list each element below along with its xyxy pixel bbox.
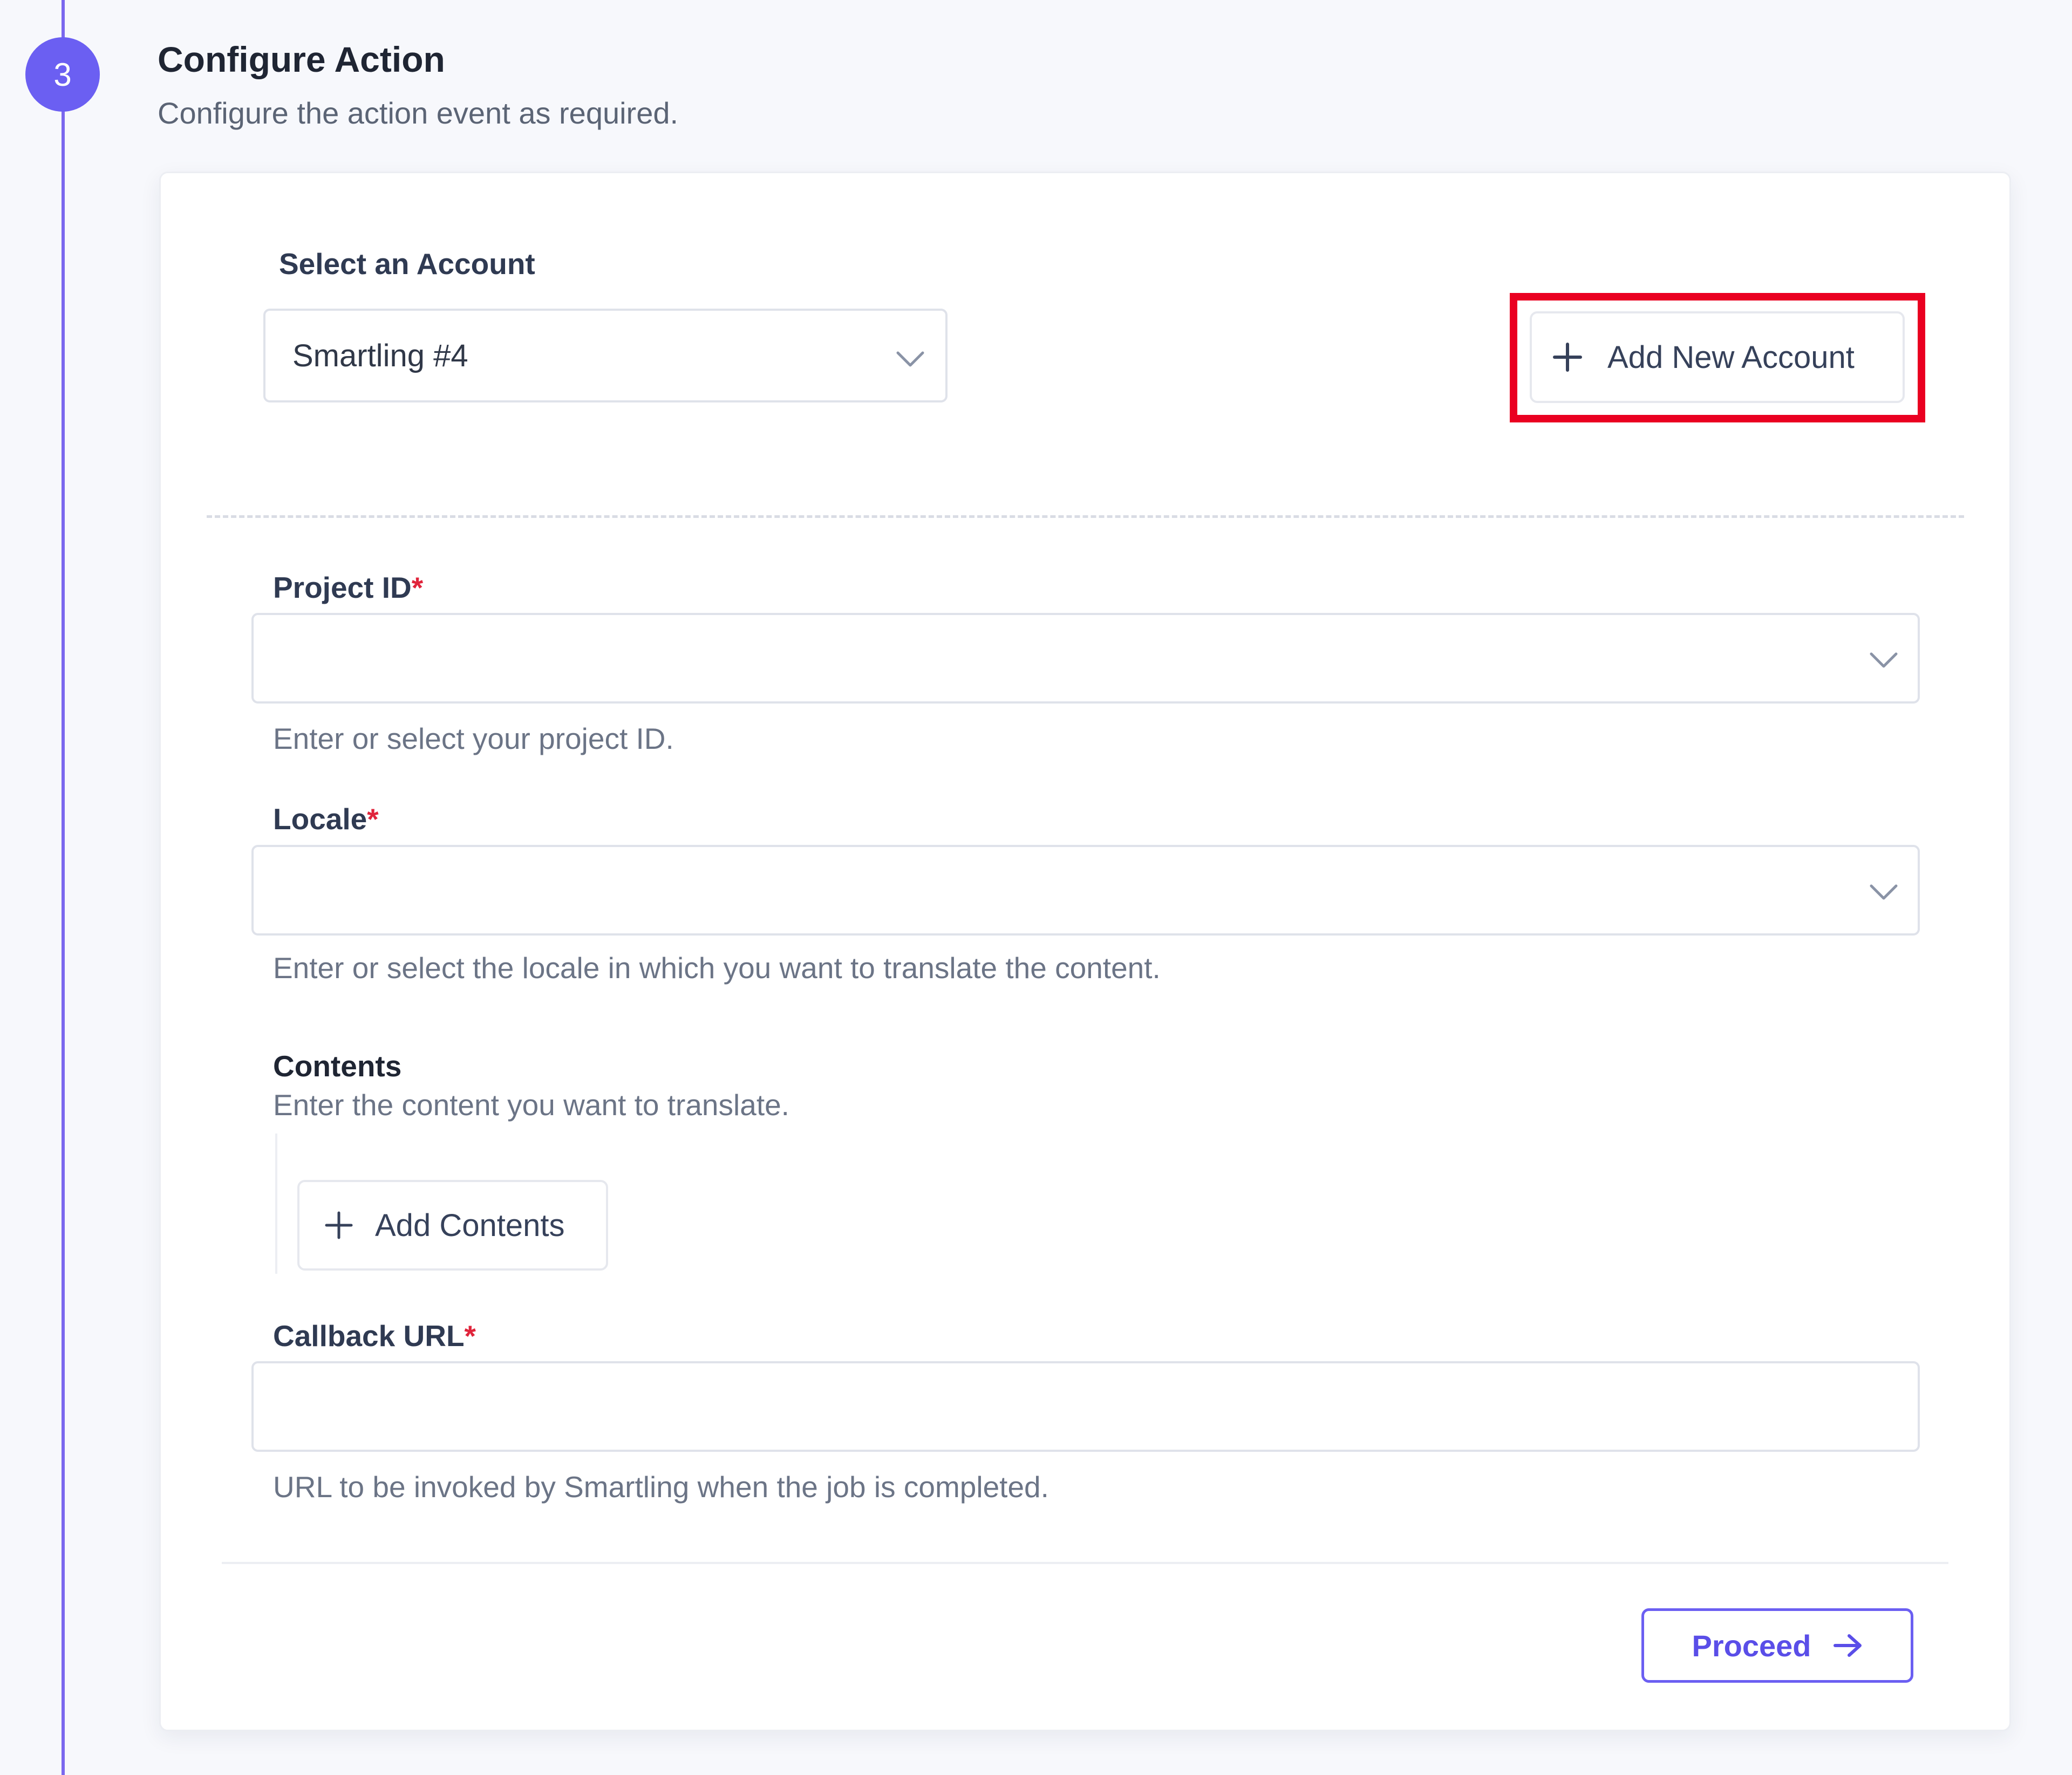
locale-label-text: Locale (273, 802, 367, 836)
callback-url-label: Callback URL* (273, 1319, 476, 1353)
required-marker: * (367, 802, 379, 836)
step-title: Configure Action (158, 39, 445, 79)
callback-url-help: URL to be invoked by Smartling when the … (273, 1470, 1049, 1504)
chevron-down-icon (896, 351, 924, 367)
account-select-value: Smartling #4 (292, 338, 468, 373)
locale-help: Enter or select the locale in which you … (273, 951, 1161, 985)
project-id-help: Enter or select your project ID. (273, 722, 674, 755)
callback-url-label-text: Callback URL (273, 1319, 465, 1353)
chevron-down-icon (1870, 652, 1898, 668)
contents-help: Enter the content you want to translate. (273, 1088, 789, 1122)
locale-select[interactable] (251, 845, 1920, 936)
required-marker: * (464, 1319, 476, 1353)
plus-icon (325, 1211, 353, 1239)
callback-url-input[interactable] (251, 1361, 1920, 1452)
add-contents-label: Add Contents (375, 1207, 565, 1243)
proceed-label: Proceed (1692, 1628, 1811, 1663)
configure-action-page: 3 Configure Action Configure the action … (0, 0, 2072, 1775)
project-id-label: Project ID* (273, 570, 423, 605)
contents-group-line (275, 1134, 277, 1274)
step-subtitle: Configure the action event as required. (158, 96, 679, 130)
arrow-right-icon (1833, 1634, 1862, 1657)
step-number-badge: 3 (25, 37, 100, 112)
add-contents-button[interactable]: Add Contents (297, 1180, 608, 1271)
locale-label: Locale* (273, 802, 379, 836)
section-divider (207, 515, 1964, 518)
account-select[interactable]: Smartling #4 (263, 309, 948, 402)
contents-label: Contents (273, 1049, 402, 1083)
project-id-label-text: Project ID (273, 571, 412, 604)
footer-divider (222, 1562, 1948, 1564)
add-new-account-button[interactable]: Add New Account (1530, 311, 1905, 403)
proceed-button[interactable]: Proceed (1641, 1608, 1913, 1683)
required-marker: * (411, 571, 424, 604)
plus-icon (1553, 343, 1582, 372)
select-account-label: Select an Account (279, 247, 535, 281)
configure-action-card: Select an Account Smartling #4 Add New A… (159, 172, 2011, 1731)
step-rail (62, 0, 65, 1775)
project-id-select[interactable] (251, 613, 1920, 704)
chevron-down-icon (1870, 884, 1898, 900)
add-new-account-label: Add New Account (1607, 339, 1855, 375)
